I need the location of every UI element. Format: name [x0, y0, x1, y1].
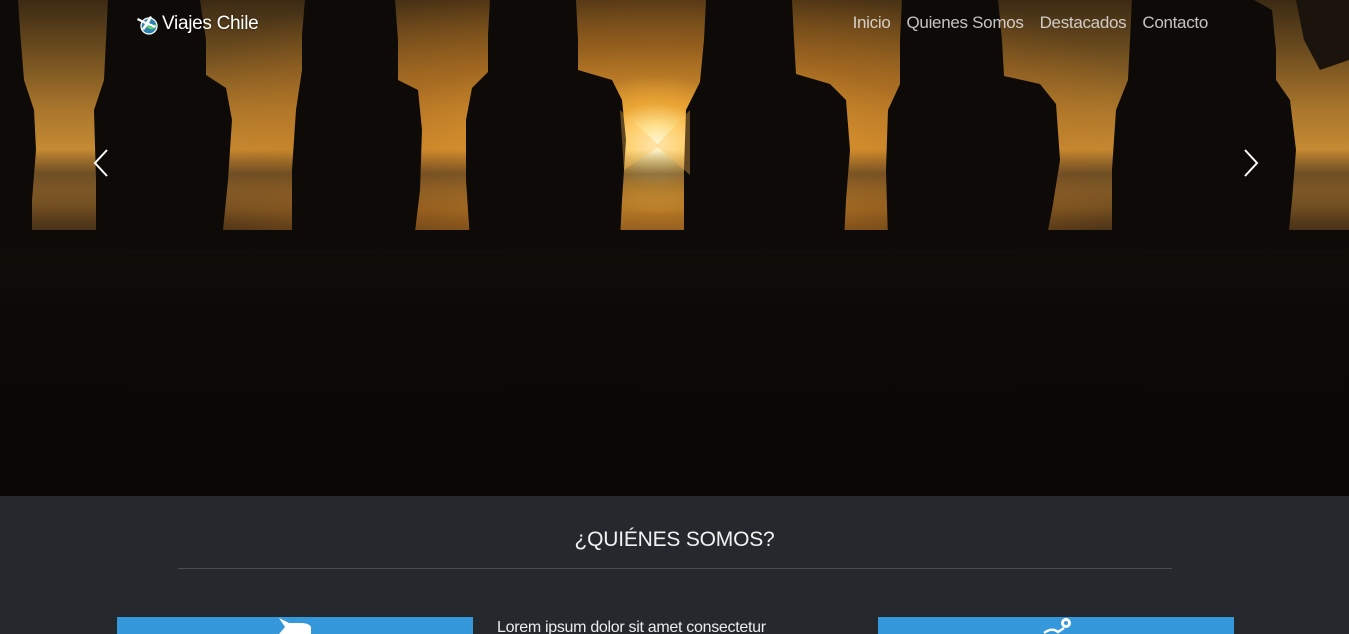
feature-card-travel — [117, 617, 473, 634]
moai-silhouettes — [0, 0, 1349, 250]
section-divider — [178, 568, 1172, 569]
nav-item-quienes-somos[interactable]: Quienes Somos — [899, 13, 1032, 33]
main-nav: Inicio Quienes Somos Destacados Contacto — [845, 13, 1209, 33]
carousel-prev-button[interactable] — [88, 146, 116, 180]
nav-item-destacados[interactable]: Destacados — [1032, 13, 1135, 33]
about-section: ¿QUIÉNES SOMOS? Lorem ipsum dolor sit am… — [0, 496, 1349, 634]
about-text: Lorem ipsum dolor sit amet consectetur — [497, 619, 766, 634]
feature-card-routes — [878, 617, 1234, 634]
brand-name: Viajes Chile — [162, 13, 259, 34]
globe-plane-icon — [137, 16, 158, 35]
section-title: ¿QUIÉNES SOMOS? — [574, 528, 775, 551]
map-pin-route-icon — [1043, 618, 1071, 634]
chevron-left-icon — [93, 149, 108, 177]
brand[interactable]: Viajes Chile — [136, 12, 259, 36]
hero-carousel: Viajes Chile Inicio Quienes Somos Destac… — [0, 0, 1349, 496]
airplane-icon — [279, 618, 311, 634]
nav-item-inicio[interactable]: Inicio — [845, 13, 899, 33]
nav-item-contacto[interactable]: Contacto — [1134, 13, 1208, 33]
chevron-right-icon — [1244, 149, 1259, 177]
carousel-next-button[interactable] — [1236, 146, 1264, 180]
